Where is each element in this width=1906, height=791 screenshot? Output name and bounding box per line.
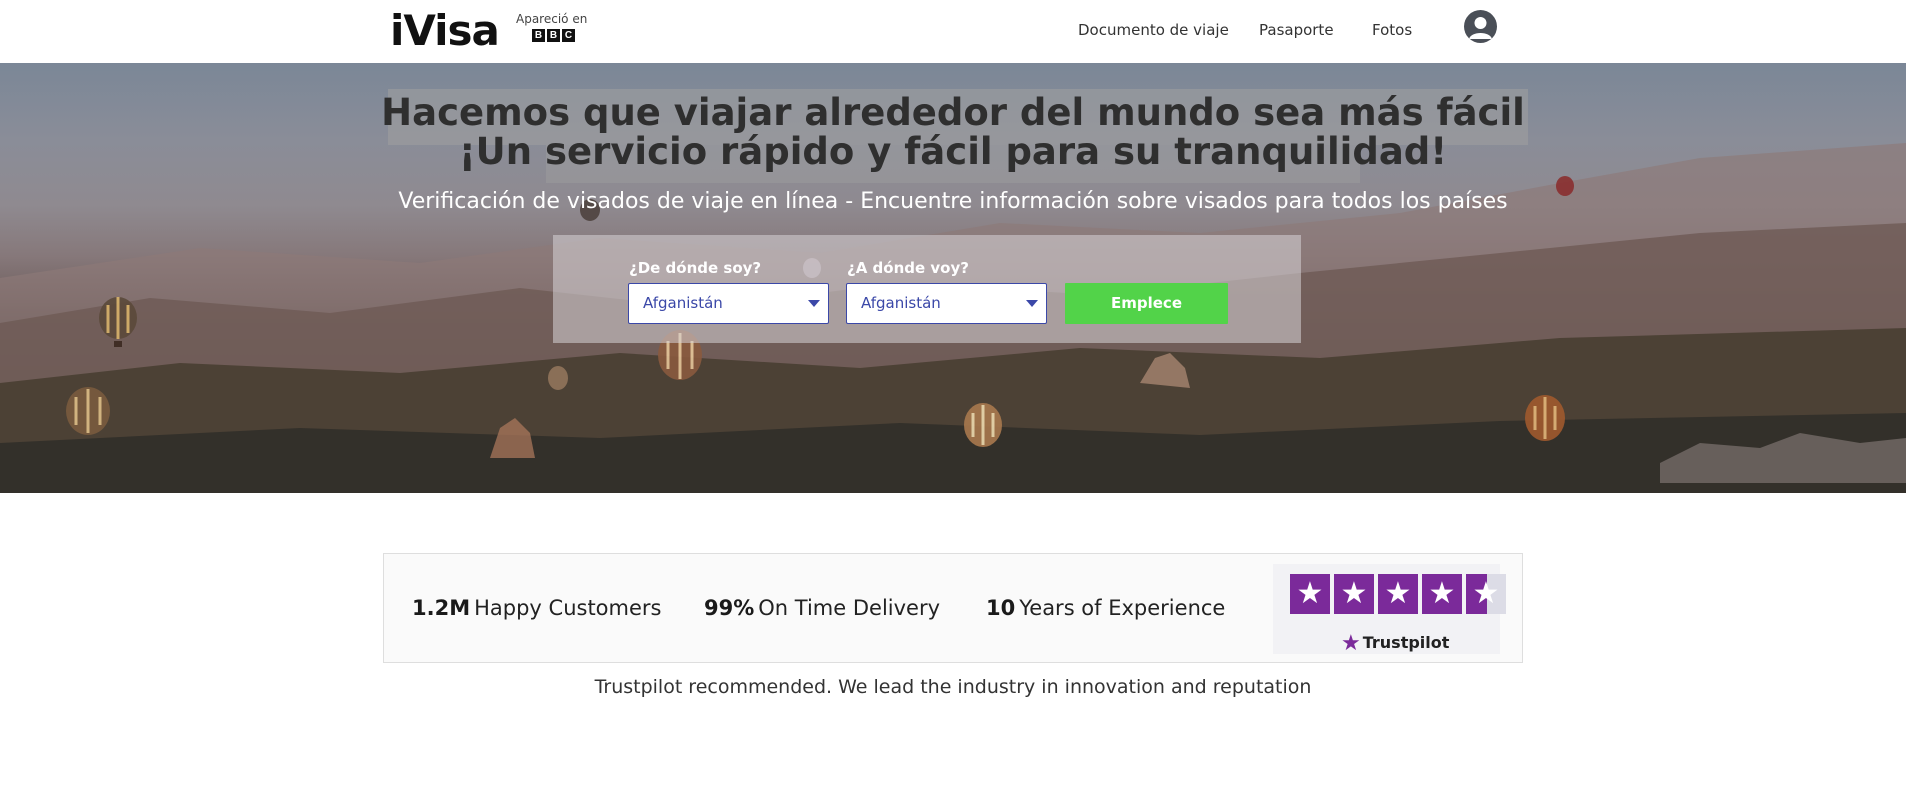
stat-label: Years of Experience: [1019, 596, 1226, 620]
trustpilot-stars: ★ ★ ★ ★ ★: [1290, 574, 1506, 614]
nav-photos[interactable]: Fotos: [1372, 21, 1412, 39]
to-label: ¿A dónde voy?: [847, 259, 969, 277]
chevron-down-icon: [1026, 300, 1038, 307]
star-icon: ★: [1334, 574, 1374, 614]
hero-section: Hacemos que viajar alrededor del mundo s…: [0, 63, 1906, 493]
nav-passport[interactable]: Pasaporte: [1259, 21, 1334, 39]
bbc-letter: C: [562, 29, 575, 42]
stats-bar: 1.2M Happy Customers 99% On Time Delivery …: [383, 553, 1523, 663]
nav-travel-document[interactable]: Documento de viaje: [1078, 21, 1229, 39]
stat-customers: 1.2M Happy Customers: [412, 596, 661, 620]
trustpilot-star-icon: ★: [1341, 631, 1361, 656]
stat-value: 10: [986, 596, 1016, 620]
stat-value: 1.2M: [412, 596, 471, 620]
trustpilot-logo: ★ Trustpilot: [1341, 631, 1449, 656]
bbc-logo: B B C: [532, 29, 587, 42]
trustpilot-text: Trustpilot: [1362, 633, 1450, 652]
bbc-letter: B: [532, 29, 545, 42]
stat-label: Happy Customers: [474, 596, 662, 620]
star-icon: ★: [1422, 574, 1462, 614]
stat-value: 99%: [704, 596, 755, 620]
stat-delivery: 99% On Time Delivery: [704, 596, 940, 620]
site-header: iVisa Apareció en B B C Documento de via…: [0, 0, 1906, 63]
from-country-select[interactable]: Afganistán: [628, 283, 829, 324]
to-country-select[interactable]: Afganistán: [846, 283, 1047, 324]
to-country-value: Afganistán: [861, 294, 941, 312]
visa-search-panel: ¿De dónde soy? Afganistán ¿A dónde voy? …: [553, 235, 1301, 343]
bbc-caption: Apareció en: [516, 12, 588, 26]
hero-headline: Hacemos que viajar alrededor del mundo s…: [381, 91, 1525, 173]
trustpilot-widget[interactable]: ★ ★ ★ ★ ★ ★ Trustpilot: [1273, 564, 1506, 656]
hero-subheadline: Verificación de visados de viaje en líne…: [398, 189, 1508, 214]
chevron-down-icon: [808, 300, 820, 307]
start-button[interactable]: Emplece: [1065, 283, 1228, 324]
star-icon: ★: [1290, 574, 1330, 614]
stat-experience: 10 Years of Experience: [986, 596, 1225, 620]
star-icon: ★: [1378, 574, 1418, 614]
stat-label: On Time Delivery: [758, 596, 941, 620]
bbc-letter: B: [547, 29, 560, 42]
ivisa-logo[interactable]: iVisa: [390, 6, 500, 55]
trustpilot-tagline: Trustpilot recommended. We lead the indu…: [594, 676, 1312, 698]
bbc-badge: Apareció en B B C: [516, 12, 587, 42]
user-avatar-icon[interactable]: [1464, 10, 1497, 43]
from-label: ¿De dónde soy?: [629, 259, 762, 277]
from-country-value: Afganistán: [643, 294, 723, 312]
star-half-icon: ★: [1466, 574, 1506, 614]
